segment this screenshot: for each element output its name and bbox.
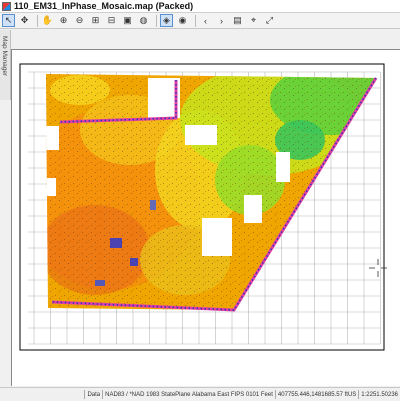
status-layer: Data — [87, 391, 101, 398]
map-canvas[interactable] — [0, 0, 400, 387]
status-bar: Data NAD83 / *NAD 1983 StatePlane Alabam… — [0, 387, 400, 401]
survey-mosaic — [46, 74, 376, 310]
status-scale[interactable]: 1:2251.50236 — [359, 392, 400, 398]
status-projection[interactable]: NAD83 / *NAD 1983 StatePlane Alabama Eas… — [103, 392, 275, 398]
status-coords: 407755.446,1481685.57 ftUS — [277, 391, 357, 398]
